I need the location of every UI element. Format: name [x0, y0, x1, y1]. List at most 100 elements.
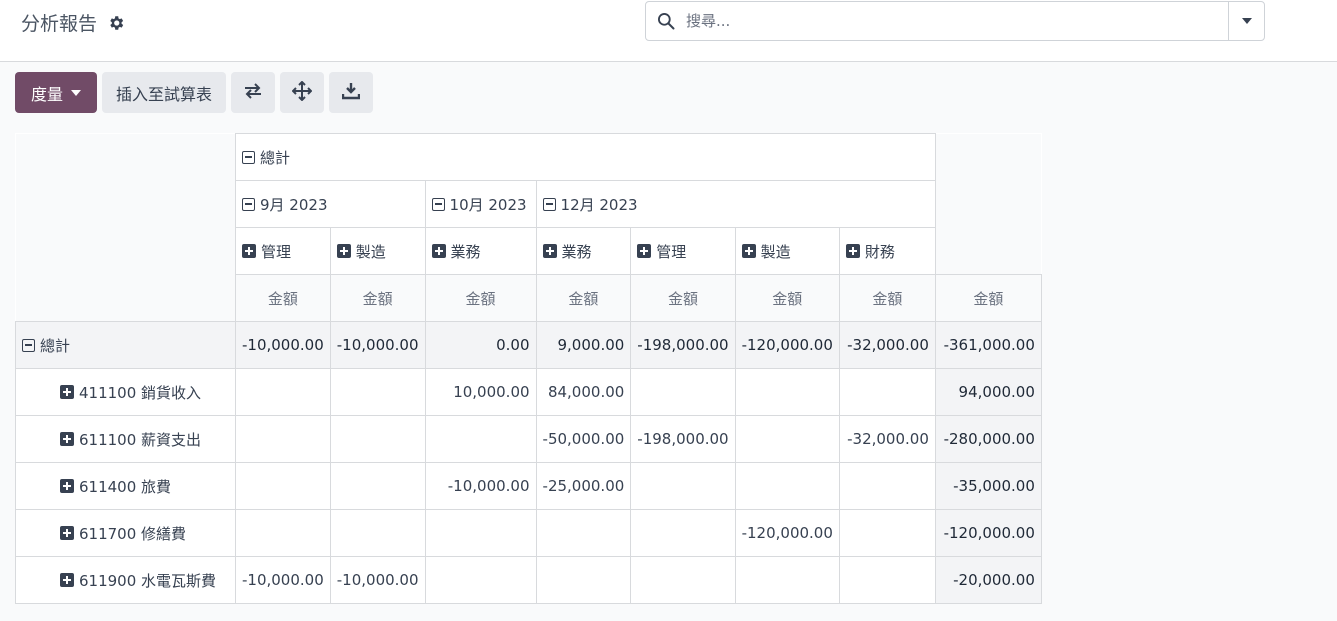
pivot-cell[interactable] — [329, 368, 426, 416]
pivot-row-header[interactable]: 611400 旅費 — [15, 462, 236, 510]
pivot-cell[interactable]: -198,000.00 — [630, 321, 736, 369]
expand-all-button[interactable] — [280, 72, 325, 113]
flip-axis-button[interactable] — [231, 72, 276, 113]
pivot-header-department-label: 製造 — [355, 242, 386, 261]
collapse-icon — [22, 338, 35, 352]
pivot-row-header[interactable]: 611900 水電瓦斯費 — [15, 556, 236, 604]
pivot-cell-row-total[interactable]: -35,000.00 — [934, 462, 1042, 510]
pivot-header-total[interactable]: 總計 — [235, 133, 936, 181]
pivot-cell-row-total[interactable]: -20,000.00 — [934, 556, 1042, 604]
pivot-cell[interactable]: -120,000.00 — [734, 321, 840, 369]
pivot-corner — [15, 180, 236, 228]
pivot-row: 611900 水電瓦斯費 -10,000.00 -10,000.00 -20,000.… — [15, 556, 1042, 604]
pivot-cell[interactable]: -10,000.00 — [329, 556, 426, 604]
pivot-cell[interactable] — [329, 509, 426, 557]
search-bar — [645, 1, 1265, 41]
pivot-cell[interactable] — [535, 509, 632, 557]
download-button[interactable] — [329, 72, 374, 113]
pivot-row-header[interactable]: 411100 銷貨收入 — [15, 368, 236, 416]
pivot-row: 611400 旅費 -10,000.00 -25,000.00 -35,000.00 — [15, 462, 1042, 510]
pivot-cell[interactable] — [838, 509, 936, 557]
pivot-header-department[interactable]: 管理 — [630, 227, 736, 275]
pivot-row-label: 611400 旅費 — [79, 477, 172, 496]
pivot-cell[interactable] — [630, 509, 736, 557]
pivot-cell[interactable] — [838, 462, 936, 510]
measure-header[interactable]: 金額 — [329, 274, 426, 322]
pivot-cell[interactable] — [838, 368, 936, 416]
measure-header[interactable]: 金額 — [535, 274, 632, 322]
pivot-cell[interactable]: -32,000.00 — [838, 321, 936, 369]
pivot-cell[interactable] — [235, 415, 331, 463]
pivot-cell[interactable] — [630, 556, 736, 604]
pivot-cell[interactable]: -120,000.00 — [734, 509, 840, 557]
pivot-cell[interactable] — [535, 556, 632, 604]
pivot-cell[interactable]: -10,000.00 — [235, 556, 331, 604]
expand-icon — [60, 478, 74, 493]
pivot-cell[interactable] — [424, 556, 537, 604]
pivot-cell-row-total[interactable]: 94,000.00 — [934, 368, 1042, 416]
measures-button[interactable]: 度量 — [15, 72, 97, 113]
pivot-header-month-label: 9月 2023 — [260, 195, 328, 214]
insert-in-spreadsheet-button[interactable]: 插入至試算表 — [102, 72, 227, 113]
pivot-cell[interactable]: 84,000.00 — [535, 368, 632, 416]
pivot-header-month[interactable]: 10月 2023 — [424, 180, 537, 228]
pivot-cell-row-total[interactable]: -120,000.00 — [934, 509, 1042, 557]
expand-icon — [242, 243, 256, 258]
pivot-cell[interactable]: -50,000.00 — [535, 415, 632, 463]
pivot-header-department[interactable]: 管理 — [235, 227, 331, 275]
pivot-row-header[interactable]: 611100 薪資支出 — [15, 415, 236, 463]
pivot-cell[interactable]: -10,000.00 — [235, 321, 331, 369]
pivot-cell[interactable] — [235, 368, 331, 416]
measure-header[interactable]: 金額 — [934, 274, 1042, 322]
gear-icon[interactable] — [107, 14, 125, 32]
collapse-icon — [542, 197, 556, 211]
page-title-area: 分析報告 — [21, 9, 125, 36]
insert-label: 插入至試算表 — [116, 84, 213, 104]
measure-header[interactable]: 金額 — [734, 274, 840, 322]
pivot-cell-grand-total[interactable]: -361,000.00 — [934, 321, 1042, 369]
pivot-header-department[interactable]: 業務 — [424, 227, 537, 275]
measure-header[interactable]: 金額 — [630, 274, 736, 322]
measure-header[interactable]: 金額 — [424, 274, 537, 322]
pivot-cell[interactable]: -10,000.00 — [424, 462, 537, 510]
expand-icon — [542, 243, 557, 258]
pivot-cell[interactable] — [734, 368, 840, 416]
expand-icon — [60, 525, 74, 540]
pivot-header-month[interactable]: 12月 2023 — [535, 180, 936, 228]
pivot-cell-row-total[interactable]: -280,000.00 — [934, 415, 1042, 463]
search-input[interactable] — [686, 3, 1228, 39]
pivot-cell[interactable]: -25,000.00 — [535, 462, 632, 510]
pivot-cell[interactable]: -198,000.00 — [630, 415, 736, 463]
pivot-cell[interactable]: -10,000.00 — [329, 321, 426, 369]
pivot-cell[interactable] — [329, 462, 426, 510]
pivot-cell[interactable]: -32,000.00 — [838, 415, 936, 463]
pivot-cell[interactable] — [734, 556, 840, 604]
pivot-cell[interactable] — [235, 509, 331, 557]
pivot-cell[interactable] — [630, 462, 736, 510]
pivot-cell[interactable]: 0.00 — [424, 321, 537, 369]
pivot-header-department[interactable]: 製造 — [734, 227, 840, 275]
pivot-table: 總計 9月 2023 10月 2023 12月 2023 管理 製造 業務 業務… — [15, 133, 1042, 604]
pivot-header-month[interactable]: 9月 2023 — [235, 180, 426, 228]
pivot-cell[interactable] — [838, 556, 936, 604]
pivot-cell[interactable] — [424, 415, 537, 463]
pivot-cell[interactable] — [235, 462, 331, 510]
pivot-cell[interactable] — [424, 509, 537, 557]
pivot-cell[interactable]: 10,000.00 — [424, 368, 537, 416]
pivot-header-department[interactable]: 製造 — [329, 227, 426, 275]
pivot-cell[interactable] — [329, 415, 426, 463]
measure-header[interactable]: 金額 — [235, 274, 331, 322]
pivot-row: 411100 銷貨收入 10,000.00 84,000.00 94,000.00 — [15, 368, 1042, 416]
pivot-corner — [15, 133, 236, 181]
pivot-cell[interactable] — [734, 415, 840, 463]
pivot-header-department[interactable]: 業務 — [535, 227, 632, 275]
measure-header[interactable]: 金額 — [838, 274, 936, 322]
pivot-row-header-total[interactable]: 總計 — [15, 321, 236, 369]
pivot-header-department[interactable]: 財務 — [838, 227, 936, 275]
pivot-cell[interactable] — [734, 462, 840, 510]
pivot-row-label: 411100 銷貨收入 — [79, 383, 202, 402]
pivot-row-header[interactable]: 611700 修繕費 — [15, 509, 236, 557]
pivot-cell[interactable]: 9,000.00 — [535, 321, 632, 369]
search-options-toggle[interactable] — [1228, 2, 1264, 40]
pivot-cell[interactable] — [630, 368, 736, 416]
